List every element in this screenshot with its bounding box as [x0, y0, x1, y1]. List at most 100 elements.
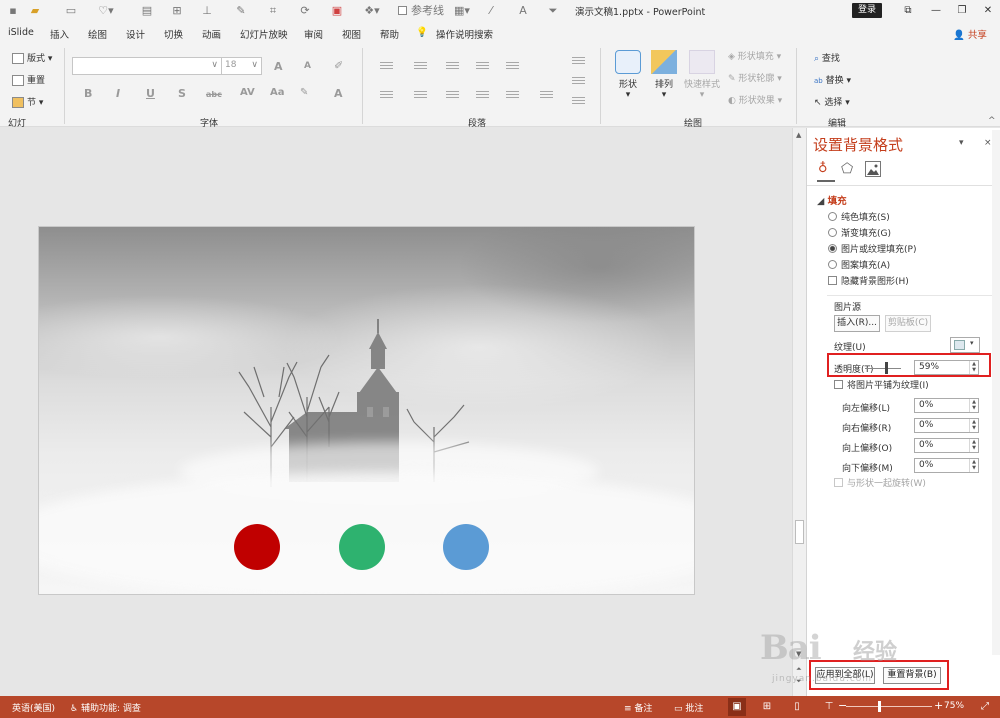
tile-texture-option[interactable]: 将图片平铺为纹理(I) — [834, 380, 929, 392]
tab-draw[interactable]: 绘图 — [88, 27, 107, 41]
justify-icon[interactable] — [476, 91, 489, 100]
guides-checkbox[interactable]: 参考线 — [398, 3, 448, 19]
radio[interactable] — [828, 260, 837, 269]
char-spacing-button[interactable]: AV — [240, 87, 255, 98]
italic-button[interactable]: I — [116, 87, 120, 100]
tab-review[interactable]: 审阅 — [304, 27, 323, 41]
offset-right-spinner[interactable]: 0% ▲ ▼ — [914, 418, 979, 433]
replace-button[interactable]: ab 替换 ▾ — [814, 74, 851, 88]
zoom-level[interactable]: 75% — [944, 701, 964, 711]
open-icon[interactable]: ▰ — [28, 3, 42, 19]
increase-indent-icon[interactable] — [476, 62, 489, 71]
tell-me-search[interactable]: 操作说明搜索 — [436, 27, 493, 41]
spinner-arrows-icon[interactable]: ▲ ▼ — [969, 459, 978, 472]
underline-button[interactable]: U — [146, 87, 155, 100]
eyedropper-icon[interactable]: ⁄ — [484, 3, 498, 19]
slideshow-icon[interactable]: ⊤ — [820, 698, 838, 716]
insert-picture-button[interactable]: 插入(R)... — [834, 315, 880, 332]
offset-left-spinner[interactable]: 0% ▲ ▼ — [914, 398, 979, 413]
find-button[interactable]: ⌕ 查找 — [814, 52, 840, 66]
change-case-button[interactable]: Aa — [270, 87, 285, 98]
zoom-in-button[interactable]: + — [934, 699, 943, 712]
offset-top-spinner[interactable]: 0% ▲ ▼ — [914, 438, 979, 453]
text-color-icon[interactable]: A — [516, 3, 530, 19]
distribute-icon[interactable]: ⊥ — [200, 3, 214, 19]
pattern-fill-option[interactable]: 图案填充(A) — [828, 260, 890, 272]
numbering-icon[interactable] — [414, 62, 427, 71]
align-icon[interactable]: ⊞ — [170, 3, 184, 19]
shape-outline-button[interactable]: ✎ 形状轮廓 ▾ — [728, 72, 782, 86]
shapes-button[interactable]: 形状 ▾ — [612, 50, 644, 100]
crop-icon[interactable]: ⌗ — [266, 3, 280, 19]
radio[interactable] — [828, 212, 837, 221]
grid-icon[interactable]: ▦▾ — [452, 3, 472, 19]
picture-tab-icon[interactable] — [865, 161, 881, 177]
language-status[interactable]: 英语(美国) — [12, 701, 55, 714]
spinner-arrows-icon[interactable]: ▲ ▼ — [969, 419, 978, 432]
brush-icon[interactable]: ❖▾ — [362, 3, 382, 19]
close-window-icon[interactable]: ✕ — [980, 3, 996, 19]
checkbox[interactable] — [834, 380, 843, 389]
clipboard-button[interactable]: 剪贴板(C) — [885, 315, 931, 332]
zoom-slider-thumb[interactable] — [878, 701, 881, 712]
spinner-arrows-icon[interactable]: ▲ ▼ — [969, 439, 978, 452]
pane-options-icon[interactable]: ▾ — [959, 138, 964, 148]
shrink-font-button[interactable]: A — [304, 61, 311, 71]
scrollbar-thumb[interactable] — [795, 520, 804, 544]
radio-selected[interactable] — [828, 244, 837, 253]
customize-qat-icon[interactable]: ⏷ — [546, 3, 560, 19]
section-button[interactable]: 节 ▾ — [12, 96, 43, 110]
select-button[interactable]: ↖ 选择 ▾ — [814, 96, 850, 110]
notes-button[interactable]: ≡ 备注 — [624, 701, 652, 714]
save-icon[interactable]: ▪ — [6, 3, 20, 19]
grow-font-button[interactable]: A — [274, 60, 283, 73]
clear-format-icon[interactable]: ✐ — [334, 59, 343, 72]
font-color-button[interactable]: A — [334, 87, 343, 100]
close-icon[interactable]: × — [984, 138, 992, 148]
record-icon[interactable]: ▣ — [330, 3, 344, 19]
scroll-up-icon[interactable]: ▲ — [796, 131, 801, 139]
blue-circle[interactable] — [443, 524, 489, 570]
quick-styles-button[interactable]: 快速样式 ▾ — [682, 50, 722, 100]
new-slide-icon[interactable]: ▭ — [64, 3, 78, 19]
font-size-combo[interactable]: 18 ∨ — [221, 57, 262, 75]
layout-icon[interactable]: ▤ — [140, 3, 154, 19]
texture-dropdown[interactable]: ▾ — [950, 337, 980, 353]
align-center-icon[interactable] — [414, 91, 427, 100]
columns-icon[interactable] — [540, 91, 553, 100]
shape-fill-button[interactable]: ◈ 形状填充 ▾ — [728, 50, 781, 64]
font-name-combo[interactable]: ∨ — [72, 57, 222, 75]
tab-slideshow[interactable]: 幻灯片放映 — [240, 27, 288, 41]
comments-button[interactable]: ▭ 批注 — [674, 701, 703, 714]
tab-islide[interactable]: iSlide — [8, 27, 34, 38]
normal-view-icon[interactable]: ▣ — [728, 698, 746, 716]
vertical-scrollbar[interactable]: ▲ ▼ ⏶ ⏷ — [792, 128, 806, 696]
offset-bottom-spinner[interactable]: 0% ▲ ▼ — [914, 458, 979, 473]
green-circle[interactable] — [339, 524, 385, 570]
shape-icon[interactable]: ♡▾ — [96, 3, 116, 19]
line-spacing-icon[interactable] — [506, 62, 519, 71]
strikethrough-button[interactable]: abc — [206, 90, 222, 99]
tab-design[interactable]: 设计 — [126, 27, 145, 41]
fill-section-header[interactable]: ◢ 填充 — [817, 193, 847, 207]
guides-checkbox-box[interactable] — [398, 6, 407, 15]
zoom-slider-track[interactable] — [846, 706, 932, 707]
decrease-indent-icon[interactable] — [446, 62, 459, 71]
align-left-icon[interactable] — [380, 91, 393, 100]
reading-view-icon[interactable]: ▯ — [788, 698, 806, 716]
highlight-icon[interactable]: ✎ — [300, 87, 308, 98]
pen-icon[interactable]: ✎ — [234, 3, 248, 19]
rotate-with-shape-option[interactable]: 与形状一起旋转(W) — [834, 478, 926, 490]
arrange-button[interactable]: 排列 ▾ — [648, 50, 680, 100]
reset-button[interactable]: 重置 — [12, 74, 45, 88]
layout-button[interactable]: 版式 ▾ — [12, 52, 52, 66]
slide-canvas[interactable] — [38, 226, 695, 595]
distributed-icon[interactable] — [506, 91, 519, 100]
align-text-icon[interactable] — [572, 77, 585, 86]
hide-background-option[interactable]: 隐藏背景图形(H) — [828, 276, 909, 288]
collapse-ribbon-icon[interactable]: ^ — [988, 114, 996, 128]
gradient-fill-option[interactable]: 渐变填充(G) — [828, 228, 891, 240]
slide-sorter-icon[interactable]: ⊞ — [758, 698, 776, 716]
fit-to-window-icon[interactable]: ⤢ — [976, 698, 994, 716]
effects-tab-icon[interactable]: ⬠ — [841, 161, 857, 177]
